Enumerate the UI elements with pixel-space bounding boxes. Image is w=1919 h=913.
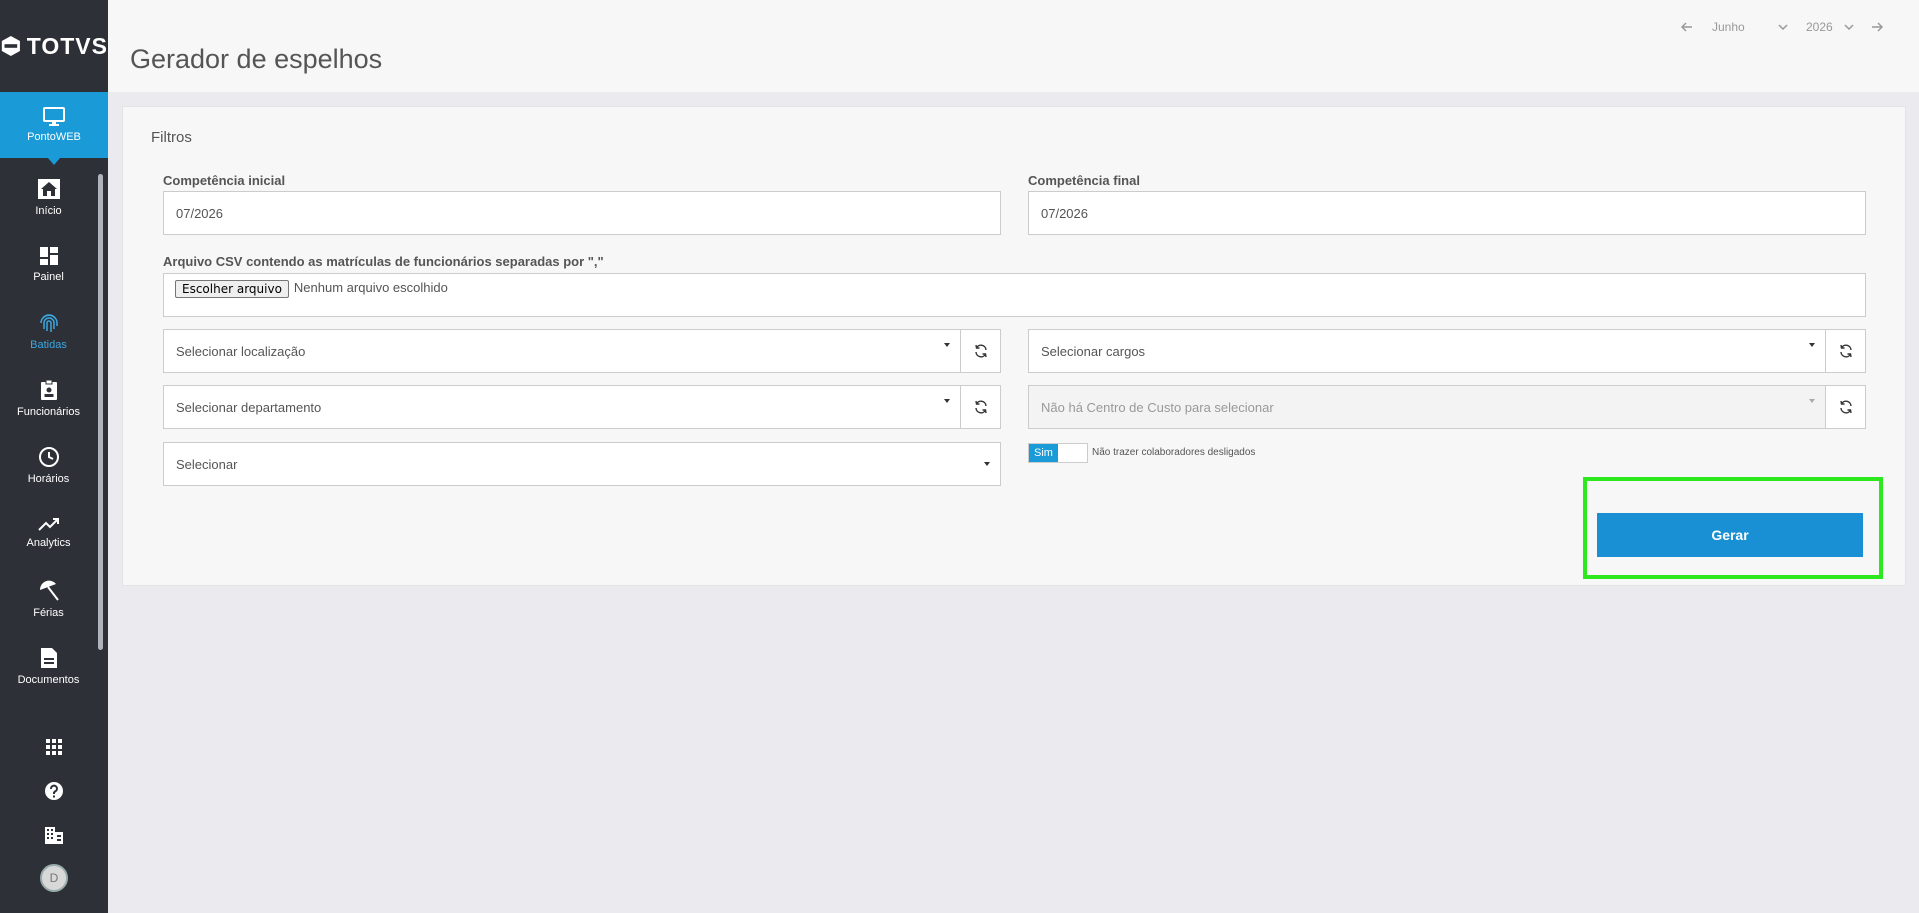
select-value: Selecionar <box>176 456 238 472</box>
competencia-final-label: Competência final <box>1028 173 1140 188</box>
refresh-icon <box>1839 344 1852 358</box>
cargos-select[interactable]: Selecionar cargos <box>1028 329 1826 373</box>
sidebar-item-label: Batidas <box>30 338 67 351</box>
arrow-right-icon <box>1872 22 1883 32</box>
document-icon <box>40 647 57 668</box>
localizacao-select[interactable]: Selecionar localização <box>163 329 961 373</box>
monitor-icon <box>43 107 65 126</box>
brand-name: TOTVS <box>26 32 108 59</box>
competencia-inicial-input[interactable]: 07/2026 <box>163 191 1001 235</box>
refresh-cargos-button[interactable] <box>1825 329 1866 373</box>
caret-down-icon <box>944 343 950 347</box>
sidebar-item-label: Horários <box>27 472 70 485</box>
caret-down-icon <box>984 462 990 466</box>
competencia-final-input[interactable]: 07/2026 <box>1028 191 1866 235</box>
sidebar-item-horarios[interactable]: Horários <box>0 432 97 498</box>
dashboard-icon <box>39 246 58 265</box>
avatar: D <box>40 864 68 892</box>
refresh-icon <box>974 400 987 414</box>
totvs-logo[interactable]: TOTVS <box>0 0 108 92</box>
scroll-thumb[interactable] <box>98 174 103 650</box>
clock-icon <box>38 446 59 467</box>
chevron-down-icon <box>1844 24 1854 30</box>
gerar-button[interactable]: Gerar <box>1597 513 1863 557</box>
user-avatar[interactable]: D <box>40 864 68 892</box>
sidebar-item-analytics[interactable]: Analytics <box>0 499 97 565</box>
sidebar-item-label: PontoWEB <box>27 131 81 143</box>
apps-grid-button[interactable] <box>40 733 68 761</box>
trending-up-icon <box>37 517 59 531</box>
sidebar-scrollbar[interactable] <box>97 162 103 652</box>
card-title: Filtros <box>151 129 192 146</box>
select-value: Não há Centro de Custo para selecionar <box>1041 399 1274 415</box>
sidebar-item-inicio[interactable]: Início <box>0 164 97 230</box>
page-title: Gerador de espelhos <box>130 44 383 74</box>
select-value: Selecionar localização <box>176 343 306 359</box>
building-icon <box>45 827 63 844</box>
select-value: Selecionar departamento <box>176 399 322 415</box>
help-icon <box>45 782 63 800</box>
fingerprint-icon <box>39 313 58 332</box>
badge-icon <box>40 379 57 400</box>
previous-month-button[interactable] <box>1678 18 1696 36</box>
caret-down-icon <box>944 399 950 403</box>
departamento-select[interactable]: Selecionar departamento <box>163 385 961 429</box>
refresh-icon <box>1839 400 1852 414</box>
csv-file-input: Escolher arquivo Nenhum arquivo escolhid… <box>163 273 1866 317</box>
sidebar-item-painel[interactable]: Painel <box>0 231 97 297</box>
year-select[interactable]: 2026 <box>1806 20 1854 34</box>
chevron-down-icon <box>1778 24 1788 30</box>
caret-down-icon <box>1809 343 1815 347</box>
centro-custo-select[interactable]: Não há Centro de Custo para selecionar <box>1028 385 1826 429</box>
sidebar-item-label: Analytics <box>26 536 71 549</box>
beach-umbrella-icon <box>39 580 59 601</box>
sidebar-item-documentos[interactable]: Documentos <box>0 633 97 699</box>
sidebar-item-funcionarios[interactable]: Funcionários <box>0 365 97 431</box>
month-select[interactable]: Junho <box>1712 20 1788 34</box>
sidebar-item-label: Painel <box>33 270 64 283</box>
generic-select[interactable]: Selecionar <box>163 442 1001 486</box>
refresh-centro-custo-button[interactable] <box>1825 385 1866 429</box>
help-button[interactable] <box>40 777 68 805</box>
page-header: Gerador de espelhos Junho 2026 <box>108 0 1919 92</box>
refresh-icon <box>974 344 987 358</box>
home-icon <box>37 178 60 199</box>
sidebar-item-pontoweb[interactable]: PontoWEB <box>0 92 108 158</box>
date-navigator: Junho 2026 <box>1678 18 1886 36</box>
csv-label: Arquivo CSV contendo as matrículas de fu… <box>163 254 604 269</box>
sidebar-item-label: Funcionários <box>17 405 80 418</box>
month-value: Junho <box>1712 20 1745 34</box>
toggle-label: Não trazer colaboradores desligados <box>1092 447 1256 458</box>
filters-card: Filtros Competência inicial 07/2026 Comp… <box>122 106 1906 586</box>
competencia-inicial-label: Competência inicial <box>163 173 286 188</box>
choose-file-button[interactable]: Escolher arquivo <box>175 280 289 298</box>
year-value: 2026 <box>1806 20 1833 34</box>
company-button[interactable] <box>40 821 68 849</box>
arrow-left-icon <box>1681 22 1692 32</box>
sidebar-item-label: Documentos <box>17 673 80 686</box>
sidebar-item-batidas[interactable]: Batidas <box>0 298 97 364</box>
desligados-toggle[interactable]: Sim <box>1028 443 1088 463</box>
sidebar-item-label: Férias <box>33 606 64 619</box>
next-month-button[interactable] <box>1868 18 1886 36</box>
apps-grid-icon <box>46 739 62 755</box>
totvs-logo-icon <box>1 36 20 56</box>
select-value: Selecionar cargos <box>1041 343 1146 359</box>
sidebar-item-ferias[interactable]: Férias <box>0 566 97 632</box>
sidebar-item-label: Início <box>35 204 62 217</box>
file-status: Nenhum arquivo escolhido <box>293 280 448 295</box>
sidebar: TOTVS PontoWEB Início Painel Batidas Fun… <box>0 0 108 913</box>
refresh-departamento-button[interactable] <box>960 385 1001 429</box>
caret-down-icon <box>1809 399 1815 403</box>
toggle-on-label: Sim <box>1029 444 1058 462</box>
refresh-localizacao-button[interactable] <box>960 329 1001 373</box>
